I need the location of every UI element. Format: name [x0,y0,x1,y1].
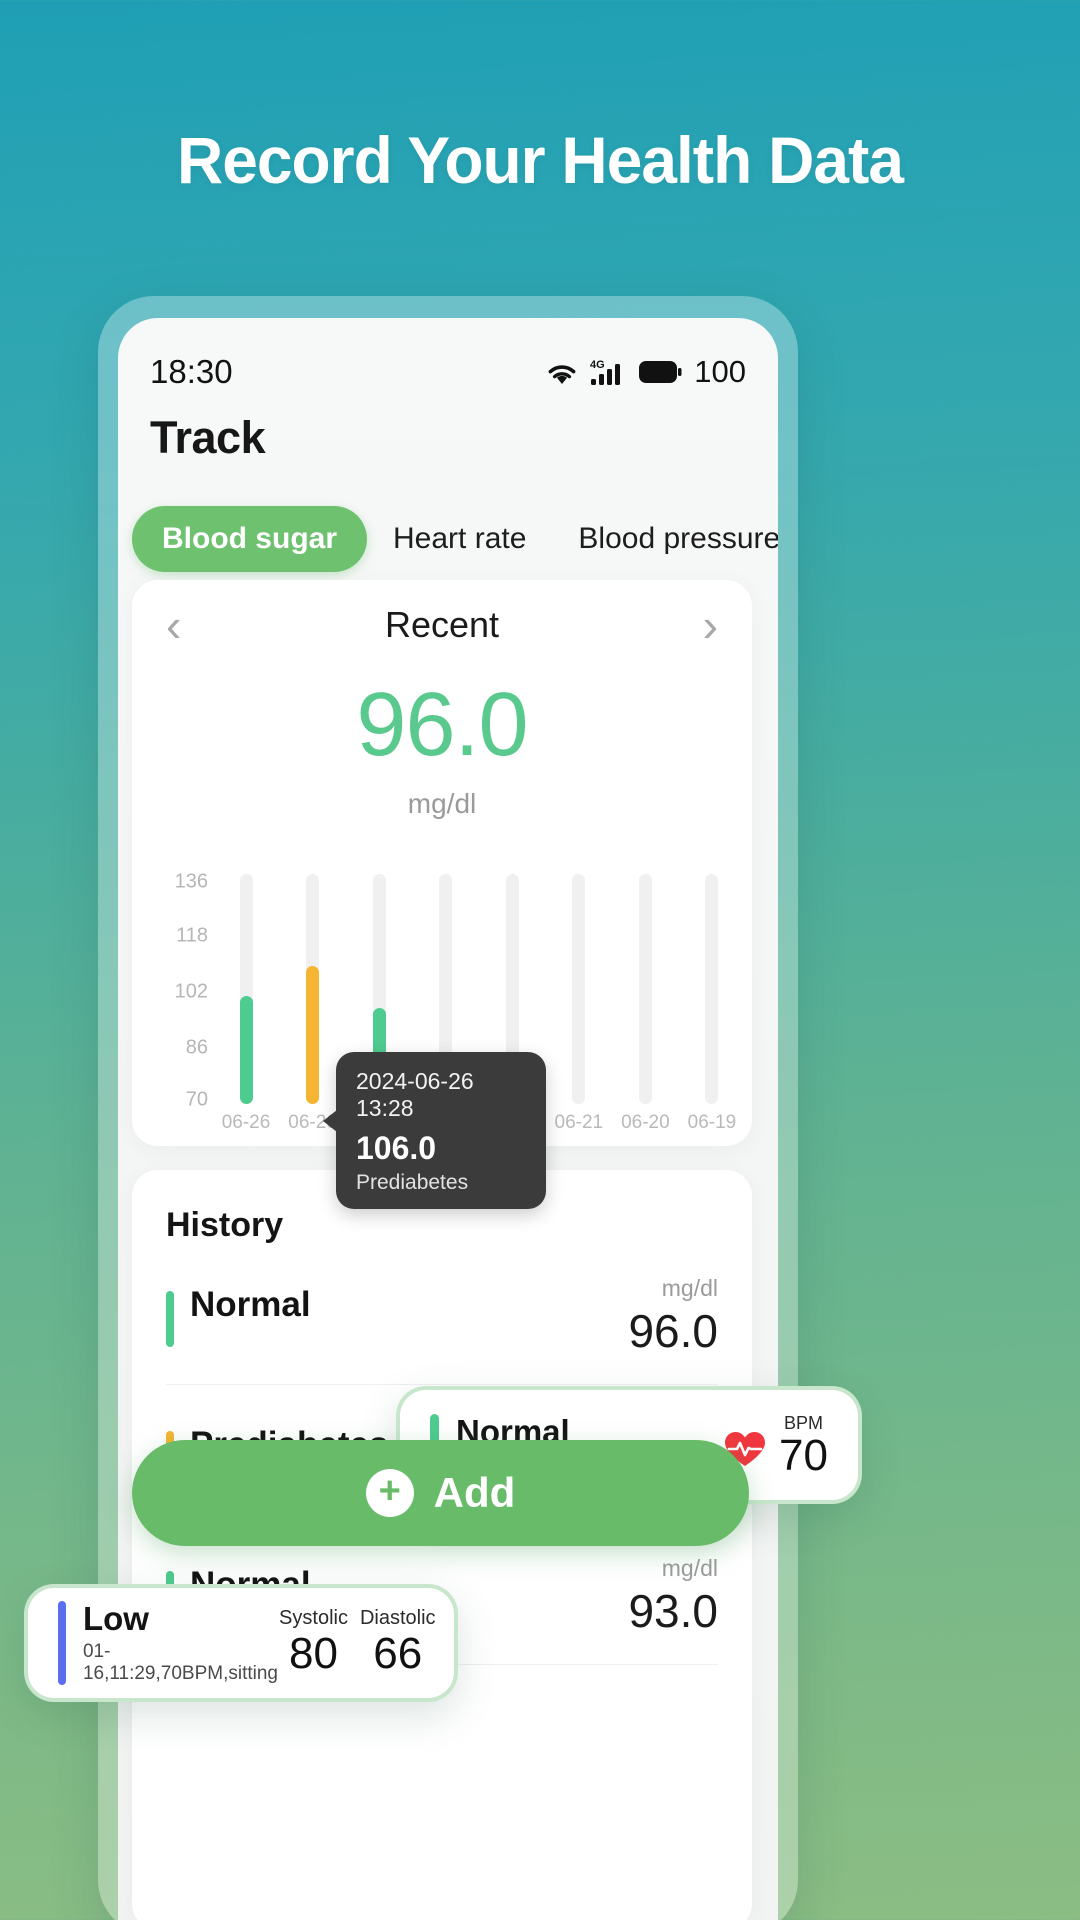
status-bar-time: 18:30 [150,353,233,390]
blood-pressure-card-text: Low 01-16,11:29,70BPM,sitting [82,1599,279,1685]
systolic-value: 80 [289,1629,338,1679]
history-row-right: mg/dl 96.0 [628,1275,718,1358]
blood-pressure-card-left: Low 01-16,11:29,70BPM,sitting [58,1599,279,1686]
plus-icon: + [365,1469,414,1517]
chart-bar[interactable] [553,874,605,1104]
history-unit: mg/dl [661,1275,718,1301]
tooltip-datetime: 2024-06-26 13:28 [356,1068,474,1121]
x-tick: 06-19 [687,1112,737,1133]
signal-4g-icon: 4G [590,357,628,387]
chart-bar[interactable] [619,874,671,1104]
tab-blood-pressure[interactable]: Blood pressure [552,506,778,572]
history-row[interactable]: Normal mg/dl 96.0 [166,1245,718,1385]
status-color-bar [58,1600,66,1686]
blood-sugar-chart: 136 118 102 86 70 06-26 06-26 06-21 06-2… [132,870,752,1209]
bar-track [638,874,652,1104]
chevron-left-icon[interactable]: ‹ [166,602,181,648]
tab-blood-sugar[interactable]: Blood sugar [132,506,368,572]
bar-track [705,874,719,1104]
svg-text:4G: 4G [590,359,605,371]
floating-blood-pressure-card[interactable]: Low 01-16,11:29,70BPM,sitting Systolic 8… [24,1584,458,1702]
history-title: History [166,1206,284,1244]
recent-card: ‹ Recent › 96.0 mg/dl 136 118 102 86 70 [132,580,752,1209]
x-tick: 06-21 [554,1112,604,1133]
diastolic-block: Diastolic 66 [360,1607,436,1678]
wifi-icon [544,358,580,386]
blood-pressure-card-right: Systolic 80 Diastolic 66 [279,1607,435,1678]
status-color-bar [166,1290,174,1347]
bpm-value: 70 [779,1430,828,1480]
tooltip-value: 106.0 [356,1130,437,1166]
battery-icon [638,359,682,385]
diastolic-label: Diastolic [359,1607,436,1630]
x-tick: 06-26 [221,1112,271,1133]
add-button[interactable]: + Add [132,1440,749,1546]
chart-bar[interactable] [220,874,272,1104]
y-tick: 70 [185,1088,208,1111]
bar-track [572,874,586,1104]
add-button-label: Add [433,1469,516,1516]
current-reading-value: 96.0 [356,675,528,775]
page-title: Track [150,412,266,463]
page-headline: Record Your Health Data [177,123,904,197]
tooltip-status: Prediabetes [356,1171,469,1194]
heart-rate-bpm-block: BPM 70 [779,1413,828,1478]
history-row-right: mg/dl 93.0 [628,1555,718,1638]
chevron-right-icon[interactable]: › [703,602,718,648]
y-tick: 136 [174,870,208,893]
blood-pressure-status: Low [82,1599,149,1637]
history-row-text: Normal [190,1284,311,1324]
recent-header: ‹ Recent › [132,580,752,648]
status-bar: 18:30 4G 100 [118,342,778,402]
history-status: Normal [190,1284,311,1324]
chart-y-axis: 136 118 102 86 70 [148,870,208,1111]
x-tick: 06-20 [621,1112,670,1133]
tab-heart-rate[interactable]: Heart rate [367,506,552,572]
tab-bar: Blood sugar Heart rate Blood pressure [132,506,778,572]
status-bar-icons: 4G 100 [544,354,746,390]
history-row-left: Normal [166,1284,311,1347]
battery-level: 100 [694,354,746,389]
y-tick: 102 [174,980,208,1003]
current-reading-unit: mg/dl [407,788,477,819]
history-value: 93.0 [628,1585,718,1637]
y-tick: 86 [185,1036,208,1059]
history-unit: mg/dl [661,1555,718,1581]
chart-bar[interactable] [287,874,339,1104]
chart-tooltip: 2024-06-26 13:28 106.0 Prediabetes [323,1052,546,1209]
recent-range-label: Recent [384,604,500,645]
systolic-block: Systolic 80 [279,1607,348,1678]
history-value: 96.0 [628,1305,718,1357]
bar-fill [239,996,253,1104]
diastolic-value: 66 [373,1629,423,1679]
bar-fill [306,966,320,1104]
blood-pressure-detail: 01-16,11:29,70BPM,sitting [82,1641,278,1685]
systolic-label: Systolic [279,1607,348,1630]
y-tick: 118 [176,924,208,947]
chart-bar[interactable] [686,874,738,1104]
